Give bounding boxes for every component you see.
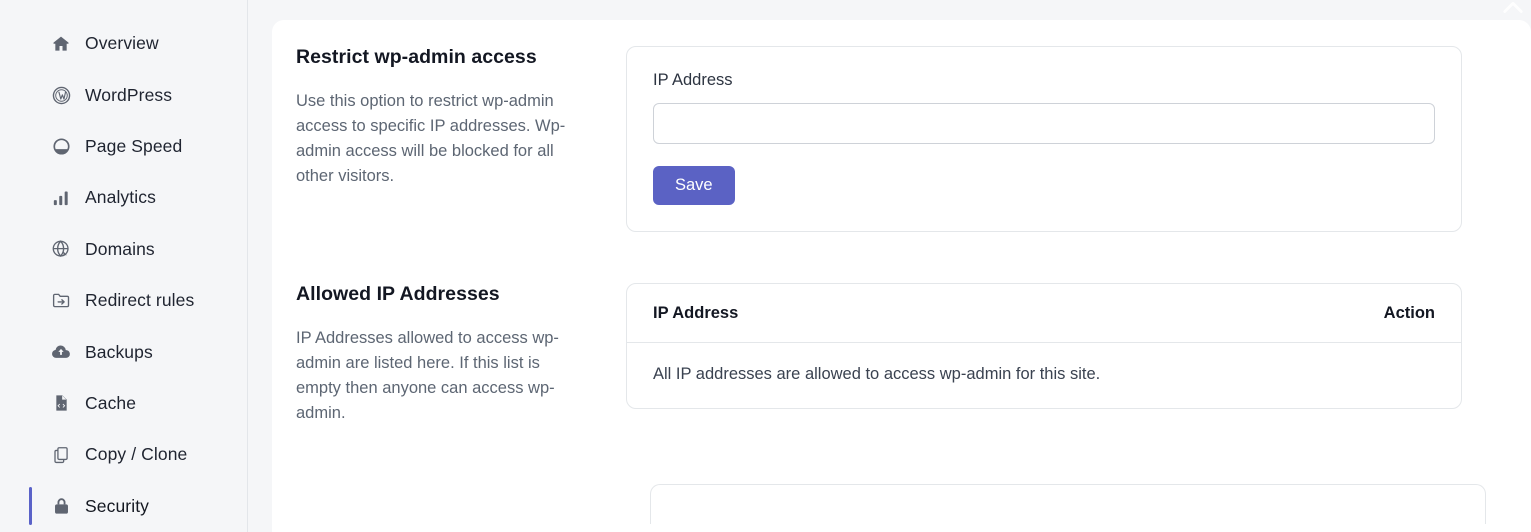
main-area: Restrict wp-admin access Use this option… bbox=[248, 0, 1531, 532]
sidebar-item-label: Page Speed bbox=[85, 135, 183, 156]
sidebar-item-redirect-rules[interactable]: Redirect rules bbox=[0, 275, 247, 326]
ip-address-input[interactable] bbox=[653, 103, 1435, 144]
sidebar-nav-list: Overview WordPress Page Speed Analytics … bbox=[0, 0, 247, 532]
column-header-ip-address: IP Address bbox=[653, 303, 739, 322]
allowed-ip-addresses-section: Allowed IP Addresses IP Addresses allowe… bbox=[272, 232, 1531, 426]
sidebar-item-label: Analytics bbox=[85, 187, 156, 208]
app-root: Overview WordPress Page Speed Analytics … bbox=[0, 0, 1531, 532]
allowed-description-block: Allowed IP Addresses IP Addresses allowe… bbox=[296, 283, 626, 426]
restrict-description-block: Restrict wp-admin access Use this option… bbox=[296, 46, 626, 232]
folder-arrow-icon bbox=[50, 290, 72, 312]
sidebar-item-label: Copy / Clone bbox=[85, 444, 188, 465]
home-icon bbox=[50, 33, 72, 55]
section-title: Restrict wp-admin access bbox=[296, 46, 537, 68]
sidebar-item-analytics[interactable]: Analytics bbox=[0, 172, 247, 223]
section-title: Allowed IP Addresses bbox=[296, 282, 500, 305]
sidebar-item-backups[interactable]: Backups bbox=[0, 326, 247, 377]
table-header-row: IP Address Action bbox=[627, 284, 1461, 343]
cloud-upload-icon bbox=[50, 341, 72, 363]
sidebar-item-label: Overview bbox=[85, 33, 159, 54]
sidebar-item-copy-clone[interactable]: Copy / Clone bbox=[0, 429, 247, 480]
save-button[interactable]: Save bbox=[653, 166, 735, 205]
restrict-form-column: IP Address Save bbox=[626, 46, 1507, 232]
sidebar-item-label: Cache bbox=[85, 392, 137, 413]
restrict-form-card: IP Address Save bbox=[626, 46, 1462, 232]
allowed-table-column: IP Address Action All IP addresses are a… bbox=[626, 282, 1507, 426]
active-indicator bbox=[29, 487, 32, 526]
ip-address-label: IP Address bbox=[653, 71, 733, 89]
sidebar-item-cache[interactable]: Cache bbox=[0, 378, 247, 429]
table-empty-message: All IP addresses are allowed to access w… bbox=[653, 364, 1101, 383]
sidebar-item-overview[interactable]: Overview bbox=[0, 18, 247, 69]
section-description: Use this option to restrict wp-admin acc… bbox=[296, 92, 566, 185]
lock-icon bbox=[50, 495, 72, 517]
sidebar-item-domains[interactable]: Domains bbox=[0, 224, 247, 275]
sidebar-item-security[interactable]: Security bbox=[0, 481, 247, 532]
globe-icon bbox=[50, 238, 72, 260]
copy-icon bbox=[50, 444, 72, 466]
sidebar: Overview WordPress Page Speed Analytics … bbox=[0, 0, 248, 532]
bar-chart-icon bbox=[50, 187, 72, 209]
sidebar-item-label: Backups bbox=[85, 341, 153, 362]
column-header-action: Action bbox=[1383, 303, 1435, 322]
sidebar-item-label: Redirect rules bbox=[85, 290, 195, 311]
sidebar-item-label: WordPress bbox=[85, 84, 173, 105]
section-description: IP Addresses allowed to access wp-admin … bbox=[296, 328, 559, 422]
content-panel: Restrict wp-admin access Use this option… bbox=[272, 20, 1531, 532]
gauge-icon bbox=[50, 135, 72, 157]
sidebar-item-page-speed[interactable]: Page Speed bbox=[0, 121, 247, 172]
allowed-ip-table-card: IP Address Action All IP addresses are a… bbox=[626, 282, 1462, 409]
sidebar-item-label: Security bbox=[85, 495, 150, 516]
restrict-wp-admin-section: Restrict wp-admin access Use this option… bbox=[272, 20, 1531, 232]
next-section-card-partial bbox=[650, 483, 1486, 524]
file-code-icon bbox=[50, 392, 72, 414]
wordpress-icon bbox=[50, 84, 72, 106]
sidebar-item-label: Domains bbox=[85, 238, 155, 259]
sidebar-item-wordpress[interactable]: WordPress bbox=[0, 69, 247, 120]
chevron-up-icon[interactable] bbox=[1502, 0, 1524, 14]
